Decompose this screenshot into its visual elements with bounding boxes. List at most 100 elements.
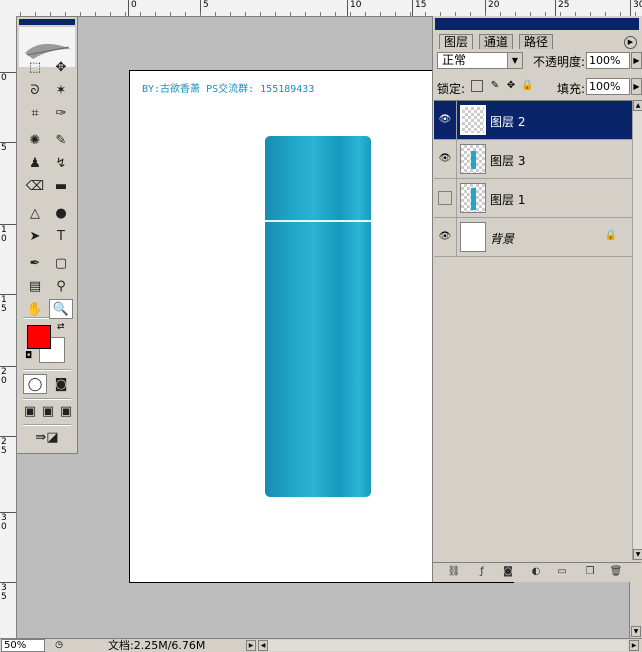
- ruler-minor-tick: [80, 12, 81, 16]
- tool-palette-titlebar[interactable]: [19, 19, 75, 25]
- scroll-up-icon[interactable]: ▲: [633, 100, 642, 111]
- brush-tool-icon[interactable]: ✎: [49, 130, 73, 150]
- thumbnail-bottle: [471, 188, 476, 210]
- zoom-tool-icon[interactable]: 🔍: [49, 299, 73, 319]
- ruler-minor-tick: [185, 12, 186, 16]
- slice-tool-icon[interactable]: ✑: [49, 103, 73, 123]
- layer-row-background[interactable]: 👁 背景 🔒: [434, 218, 633, 257]
- ruler-minor-tick: [125, 12, 126, 16]
- eyedropper-tool-icon[interactable]: ⚲: [49, 276, 73, 296]
- path-selection-tool-icon[interactable]: ➤: [23, 226, 47, 246]
- adjustment-layer-icon[interactable]: ◐: [529, 565, 543, 579]
- ruler-number: 2 5: [1, 437, 7, 456]
- layer-mask-icon[interactable]: ◙: [501, 565, 515, 579]
- lock-position-icon[interactable]: ✥: [505, 80, 517, 92]
- lasso-tool-icon[interactable]: ᘐ: [23, 80, 47, 100]
- panel-menu-icon[interactable]: ▶: [624, 36, 637, 49]
- screen-mode-standard-icon[interactable]: ▣: [21, 401, 39, 421]
- pen-tool-icon[interactable]: ✒: [23, 253, 47, 273]
- lock-all-icon[interactable]: 🔒: [521, 80, 533, 92]
- new-group-icon[interactable]: ▭: [555, 565, 569, 579]
- eye-icon[interactable]: 👁: [438, 152, 452, 166]
- crop-tool-icon[interactable]: ⌗: [23, 103, 47, 123]
- ruler-number: 25: [558, 0, 570, 10]
- layer-style-icon[interactable]: ƒ: [475, 565, 489, 579]
- lock-pixels-icon[interactable]: ✎: [489, 80, 501, 92]
- ruler-number: 0: [131, 0, 137, 10]
- hand-tool-icon[interactable]: ✋: [23, 299, 47, 319]
- history-brush-tool-icon[interactable]: ↯: [49, 153, 73, 173]
- panel-tabs: 图层 通道 路径 ▶: [433, 32, 641, 49]
- layer-row-layer-2[interactable]: 👁 图层 2: [434, 101, 633, 140]
- tab-paths[interactable]: 路径: [519, 34, 554, 49]
- shape-tool-icon[interactable]: ▢: [49, 253, 73, 273]
- ruler-minor-tick: [365, 12, 366, 16]
- layer-thumbnail: [460, 183, 486, 213]
- new-layer-icon[interactable]: ❐: [583, 565, 597, 579]
- default-colors-icon[interactable]: ◘: [25, 351, 32, 361]
- marquee-tool-icon[interactable]: ⬚: [23, 57, 47, 77]
- scroll-down-icon[interactable]: ▼: [631, 626, 641, 637]
- trash-icon[interactable]: 🗑: [609, 565, 623, 579]
- eraser-tool-icon[interactable]: ⌫: [23, 176, 47, 196]
- status-bar: 50% ◷ 文档:2.25M/6.76M ▶ ◀ ▶: [0, 638, 642, 652]
- left-ruler[interactable]: 0 5 1 0 1 5 2 0 2 5 3 0 3 5: [0, 16, 17, 638]
- quick-mask-mode-icon[interactable]: ◙: [49, 374, 73, 394]
- foreground-color-swatch[interactable]: [27, 325, 51, 349]
- scroll-left-icon[interactable]: ◀: [258, 640, 268, 651]
- lock-label: 锁定:: [437, 82, 466, 96]
- layer-row-layer-1[interactable]: 图层 1: [434, 179, 633, 218]
- magic-wand-tool-icon[interactable]: ✶: [49, 80, 73, 100]
- layers-scrollbar[interactable]: ▲ ▼: [632, 100, 642, 560]
- swap-colors-icon[interactable]: ⇄: [57, 322, 65, 332]
- status-menu-icon[interactable]: ◷: [52, 639, 66, 652]
- ruler-number: 1 5: [1, 295, 7, 314]
- lock-icon: 🔒: [604, 230, 617, 241]
- layer-thumbnail: [460, 222, 486, 252]
- layers-panel-titlebar[interactable]: [435, 18, 639, 30]
- move-tool-icon[interactable]: ✥: [49, 57, 73, 77]
- scroll-down-icon[interactable]: ▼: [633, 549, 642, 560]
- lock-transparency-icon[interactable]: [471, 80, 483, 92]
- opacity-input[interactable]: 100%: [586, 52, 630, 69]
- dodge-tool-icon[interactable]: ●: [49, 203, 73, 223]
- link-layers-icon[interactable]: ⛓: [447, 565, 461, 579]
- standard-mode-icon[interactable]: ◯: [23, 374, 47, 394]
- clone-stamp-tool-icon[interactable]: ♟: [23, 153, 47, 173]
- jump-to-imageready-icon[interactable]: ⇛◪: [23, 427, 71, 447]
- healing-brush-tool-icon[interactable]: ✺: [23, 130, 47, 150]
- ruler-minor-tick: [305, 12, 306, 16]
- chevron-down-icon[interactable]: ▼: [507, 53, 522, 68]
- layer-row-layer-3[interactable]: 👁 图层 3: [434, 140, 633, 179]
- screen-mode-menu-icon[interactable]: ▣: [39, 401, 57, 421]
- document-horizontal-scrollbar[interactable]: [268, 640, 628, 651]
- ruler-minor-tick: [320, 12, 321, 16]
- ruler-number: 3 5: [1, 583, 7, 602]
- ruler-tick: [630, 0, 631, 16]
- tab-channels[interactable]: 通道: [479, 34, 514, 49]
- type-tool-icon[interactable]: T: [49, 226, 73, 246]
- tab-layers[interactable]: 图层: [439, 34, 474, 49]
- gradient-tool-icon[interactable]: ▬: [49, 176, 73, 196]
- ruler-minor-tick: [245, 12, 246, 16]
- ruler-minor-tick: [95, 12, 96, 16]
- zoom-level-input[interactable]: 50%: [1, 639, 45, 652]
- document-vertical-scrollbar[interactable]: ▼: [629, 582, 642, 638]
- blend-mode-select[interactable]: 正常 ▼: [437, 52, 523, 69]
- eye-icon[interactable]: 👁: [438, 113, 452, 127]
- screen-mode-full-icon[interactable]: ▣: [57, 401, 75, 421]
- hidden-eye-box[interactable]: [438, 191, 452, 205]
- opacity-slider-icon[interactable]: ▶: [631, 52, 642, 69]
- status-arrow-icon[interactable]: ▶: [246, 640, 256, 651]
- ruler-minor-tick: [215, 12, 216, 16]
- notes-tool-icon[interactable]: ▤: [23, 276, 47, 296]
- fill-input[interactable]: 100%: [586, 78, 630, 95]
- scroll-right-icon[interactable]: ▶: [629, 640, 639, 651]
- layer-divider: [456, 140, 457, 178]
- top-ruler[interactable]: 0 5 10 15 20 25 30: [0, 0, 642, 17]
- eye-icon[interactable]: 👁: [438, 230, 452, 244]
- ruler-number: 5: [203, 0, 209, 10]
- ruler-minor-tick: [200, 12, 201, 16]
- fill-slider-icon[interactable]: ▶: [631, 78, 642, 95]
- blur-tool-icon[interactable]: △: [23, 203, 47, 223]
